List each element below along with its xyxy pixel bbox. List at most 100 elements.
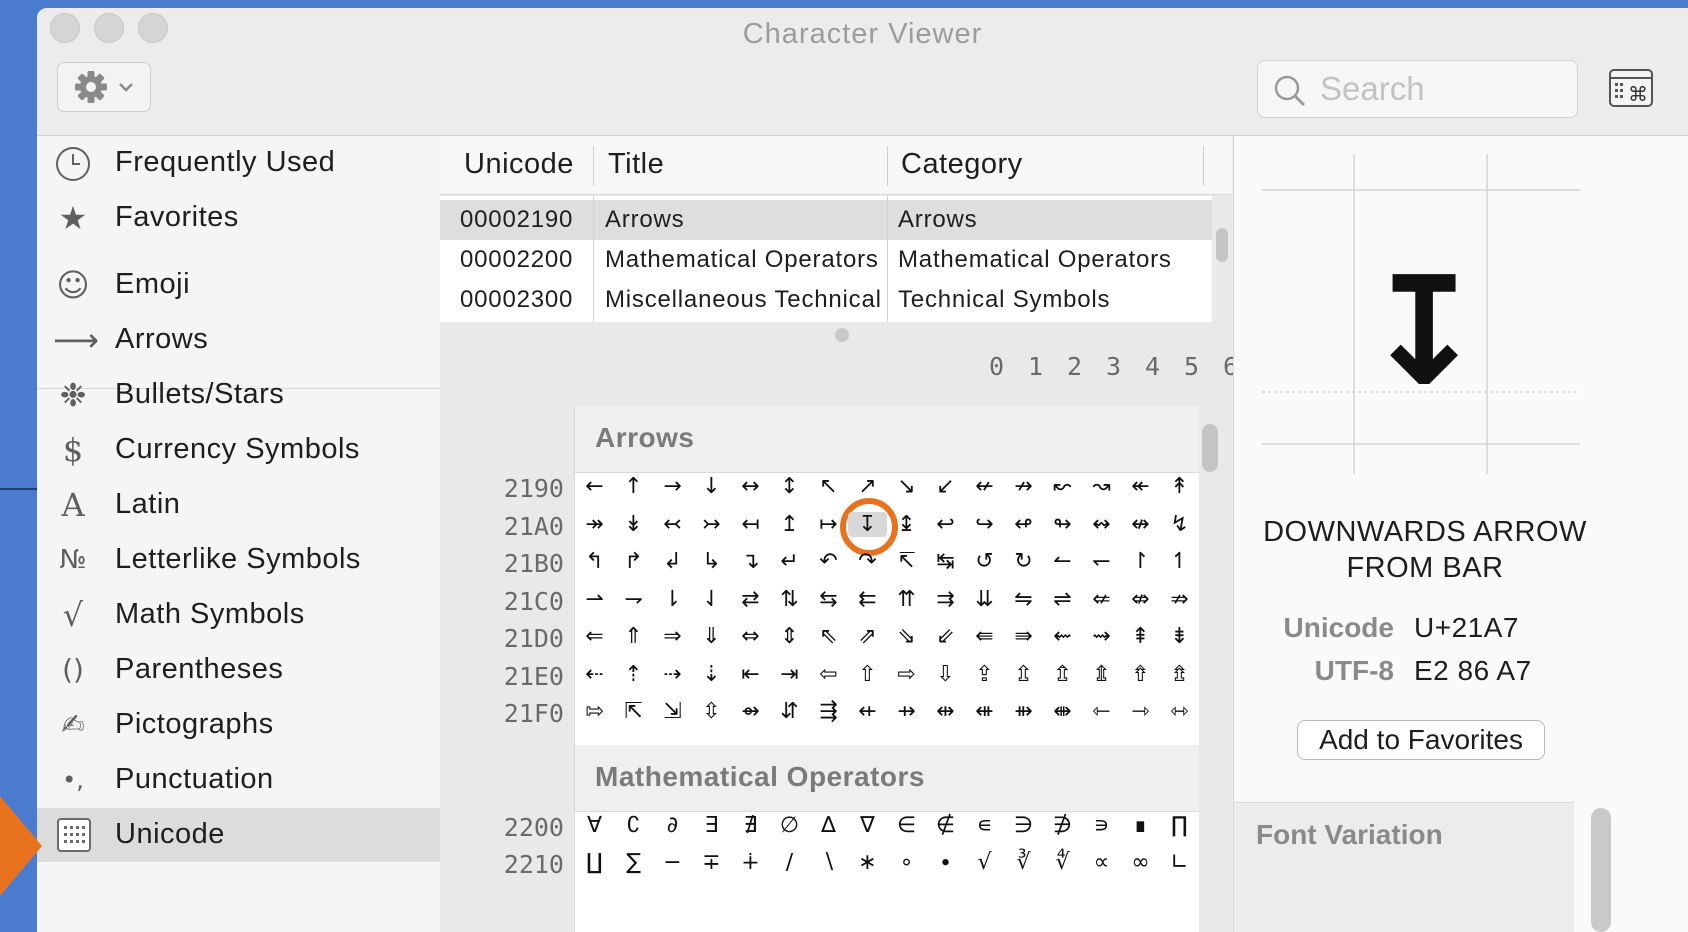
character-cell[interactable]: ⇪ xyxy=(965,662,1004,687)
character-cell[interactable]: ∈ xyxy=(887,813,926,838)
character-cell[interactable]: ↸ xyxy=(887,549,926,574)
character-cell[interactable]: ⇬ xyxy=(1043,662,1082,687)
character-cell[interactable]: ↗ xyxy=(848,474,887,499)
character-cell[interactable]: ↝ xyxy=(1082,474,1121,499)
character-cell[interactable]: ⇿ xyxy=(1160,699,1199,724)
font-variation-section[interactable]: Font Variation xyxy=(1234,802,1574,932)
character-cell[interactable]: ⇂ xyxy=(653,587,692,612)
sidebar-item-frequently-used[interactable]: Frequently Used xyxy=(37,136,440,190)
character-cell[interactable]: ∓ xyxy=(692,850,731,875)
character-cell[interactable]: ↛ xyxy=(1004,474,1043,499)
character-cell[interactable]: ⇇ xyxy=(848,587,887,612)
column-header-title[interactable]: Title xyxy=(608,148,664,181)
character-cell[interactable]: ∑ xyxy=(614,850,653,875)
action-menu-button[interactable] xyxy=(57,62,151,112)
character-cell[interactable]: ⇺ xyxy=(965,699,1004,724)
character-cell[interactable]: ↟ xyxy=(1160,474,1199,499)
character-cell[interactable]: ⇝ xyxy=(1082,624,1121,649)
character-cell[interactable]: ∙ xyxy=(926,850,965,875)
character-cell[interactable]: ⇫ xyxy=(1004,662,1043,687)
character-cell[interactable]: ⇦ xyxy=(809,662,848,687)
character-cell[interactable]: ∀ xyxy=(575,813,614,838)
character-cell[interactable]: ⇲ xyxy=(653,699,692,724)
keyboard-viewer-button[interactable]: ⌘ xyxy=(1609,66,1653,110)
character-cell[interactable]: ⇚ xyxy=(965,624,1004,649)
character-cell[interactable]: ⇛ xyxy=(1004,624,1043,649)
character-cell[interactable]: ↠ xyxy=(575,512,614,537)
character-cell[interactable]: ↱ xyxy=(614,549,653,574)
character-cell[interactable]: ↞ xyxy=(1121,474,1160,499)
character-cell[interactable]: ⇐ xyxy=(575,624,614,649)
character-cell[interactable]: ↡ xyxy=(614,512,653,537)
character-cell[interactable]: ⇍ xyxy=(1082,587,1121,612)
character-cell[interactable]: ↯ xyxy=(1160,512,1199,537)
sidebar-item-arrows[interactable]: ⟶ Arrows xyxy=(37,313,440,367)
character-cell[interactable]: ⇙ xyxy=(926,624,965,649)
character-cell[interactable]: ∞ xyxy=(1121,850,1160,875)
character-cell[interactable]: ↾ xyxy=(1121,549,1160,574)
character-cell[interactable]: ⇱ xyxy=(614,699,653,724)
character-cell[interactable]: ∟ xyxy=(1160,850,1199,875)
character-cell[interactable]: ⇻ xyxy=(1004,699,1043,724)
character-cell[interactable]: ⇶ xyxy=(809,699,848,724)
character-cell[interactable]: ↼ xyxy=(1043,549,1082,574)
character-cell[interactable]: ⇞ xyxy=(1121,624,1160,649)
character-cell[interactable]: ⇄ xyxy=(731,587,770,612)
character-cell[interactable]: ⇜ xyxy=(1043,624,1082,649)
character-cell[interactable]: ⇭ xyxy=(1082,662,1121,687)
character-cell[interactable]: ⇉ xyxy=(926,587,965,612)
character-cell[interactable]: ↮ xyxy=(1121,512,1160,537)
character-cell[interactable]: ↪ xyxy=(965,512,1004,537)
character-cell[interactable]: ↑ xyxy=(614,474,653,499)
character-cell[interactable]: ∉ xyxy=(926,813,965,838)
character-cell[interactable]: ∇ xyxy=(848,813,887,838)
character-cell[interactable]: ∛ xyxy=(1004,850,1043,875)
character-cell[interactable]: √ xyxy=(965,850,1004,875)
character-cell[interactable]: ∔ xyxy=(731,850,770,875)
character-cell[interactable]: ↳ xyxy=(692,549,731,574)
sidebar-item-favorites[interactable]: ★ Favorites xyxy=(37,191,440,245)
character-cell[interactable]: ↚ xyxy=(965,474,1004,499)
character-cell[interactable]: ⇌ xyxy=(1043,587,1082,612)
sidebar-item-punctuation[interactable]: •, Punctuation xyxy=(37,753,440,807)
character-cell[interactable]: ↰ xyxy=(575,549,614,574)
character-cell[interactable]: ⇷ xyxy=(848,699,887,724)
split-view-handle[interactable] xyxy=(835,328,849,342)
character-cell[interactable]: ⇋ xyxy=(1004,587,1043,612)
character-cell[interactable]: ⇠ xyxy=(575,662,614,687)
character-cell[interactable]: ↨ xyxy=(887,512,926,537)
character-cell[interactable]: ⇒ xyxy=(653,624,692,649)
character-cell[interactable]: ↤ xyxy=(731,512,770,537)
character-cell[interactable]: ↙ xyxy=(926,474,965,499)
character-cell[interactable]: ↕ xyxy=(770,474,809,499)
character-cell[interactable]: ⇽ xyxy=(1082,699,1121,724)
character-cell[interactable]: ⇆ xyxy=(809,587,848,612)
sidebar-item-latin[interactable]: A Latin xyxy=(37,478,440,532)
character-cell[interactable]: → xyxy=(653,474,692,499)
sidebar-item-bullets-stars[interactable]: ❉ Bullets/Stars xyxy=(37,368,440,422)
character-cell[interactable]: ∍ xyxy=(1082,813,1121,838)
character-cell[interactable]: ⇓ xyxy=(692,624,731,649)
sidebar-item-math-symbols[interactable]: √ Math Symbols xyxy=(37,588,440,642)
character-cell[interactable]: ↫ xyxy=(1004,512,1043,537)
character-cell[interactable]: ↷ xyxy=(848,549,887,574)
character-cell[interactable]: ∅ xyxy=(770,813,809,838)
character-cell[interactable]: ↹ xyxy=(926,549,965,574)
character-cell[interactable]: ↥ xyxy=(770,512,809,537)
character-cell[interactable]: ∝ xyxy=(1082,850,1121,875)
character-cell[interactable]: ∂ xyxy=(653,813,692,838)
character-cell[interactable]: ∏ xyxy=(1160,813,1199,838)
character-cell[interactable]: ∕ xyxy=(770,850,809,875)
character-cell[interactable]: ∋ xyxy=(1004,813,1043,838)
character-cell[interactable]: ⇈ xyxy=(887,587,926,612)
character-cell[interactable]: ⇥ xyxy=(770,662,809,687)
character-cell[interactable]: ⇕ xyxy=(770,624,809,649)
character-cell[interactable]: ⇰ xyxy=(575,699,614,724)
character-cell[interactable]: ⇹ xyxy=(926,699,965,724)
character-cell[interactable]: ↴ xyxy=(731,549,770,574)
character-cell[interactable]: ⇧ xyxy=(848,662,887,687)
character-cell[interactable]: ⇼ xyxy=(1043,699,1082,724)
detail-scrollbar[interactable] xyxy=(1591,808,1611,932)
character-cell[interactable]: ↶ xyxy=(809,549,848,574)
add-to-favorites-button[interactable]: Add to Favorites xyxy=(1297,720,1545,760)
